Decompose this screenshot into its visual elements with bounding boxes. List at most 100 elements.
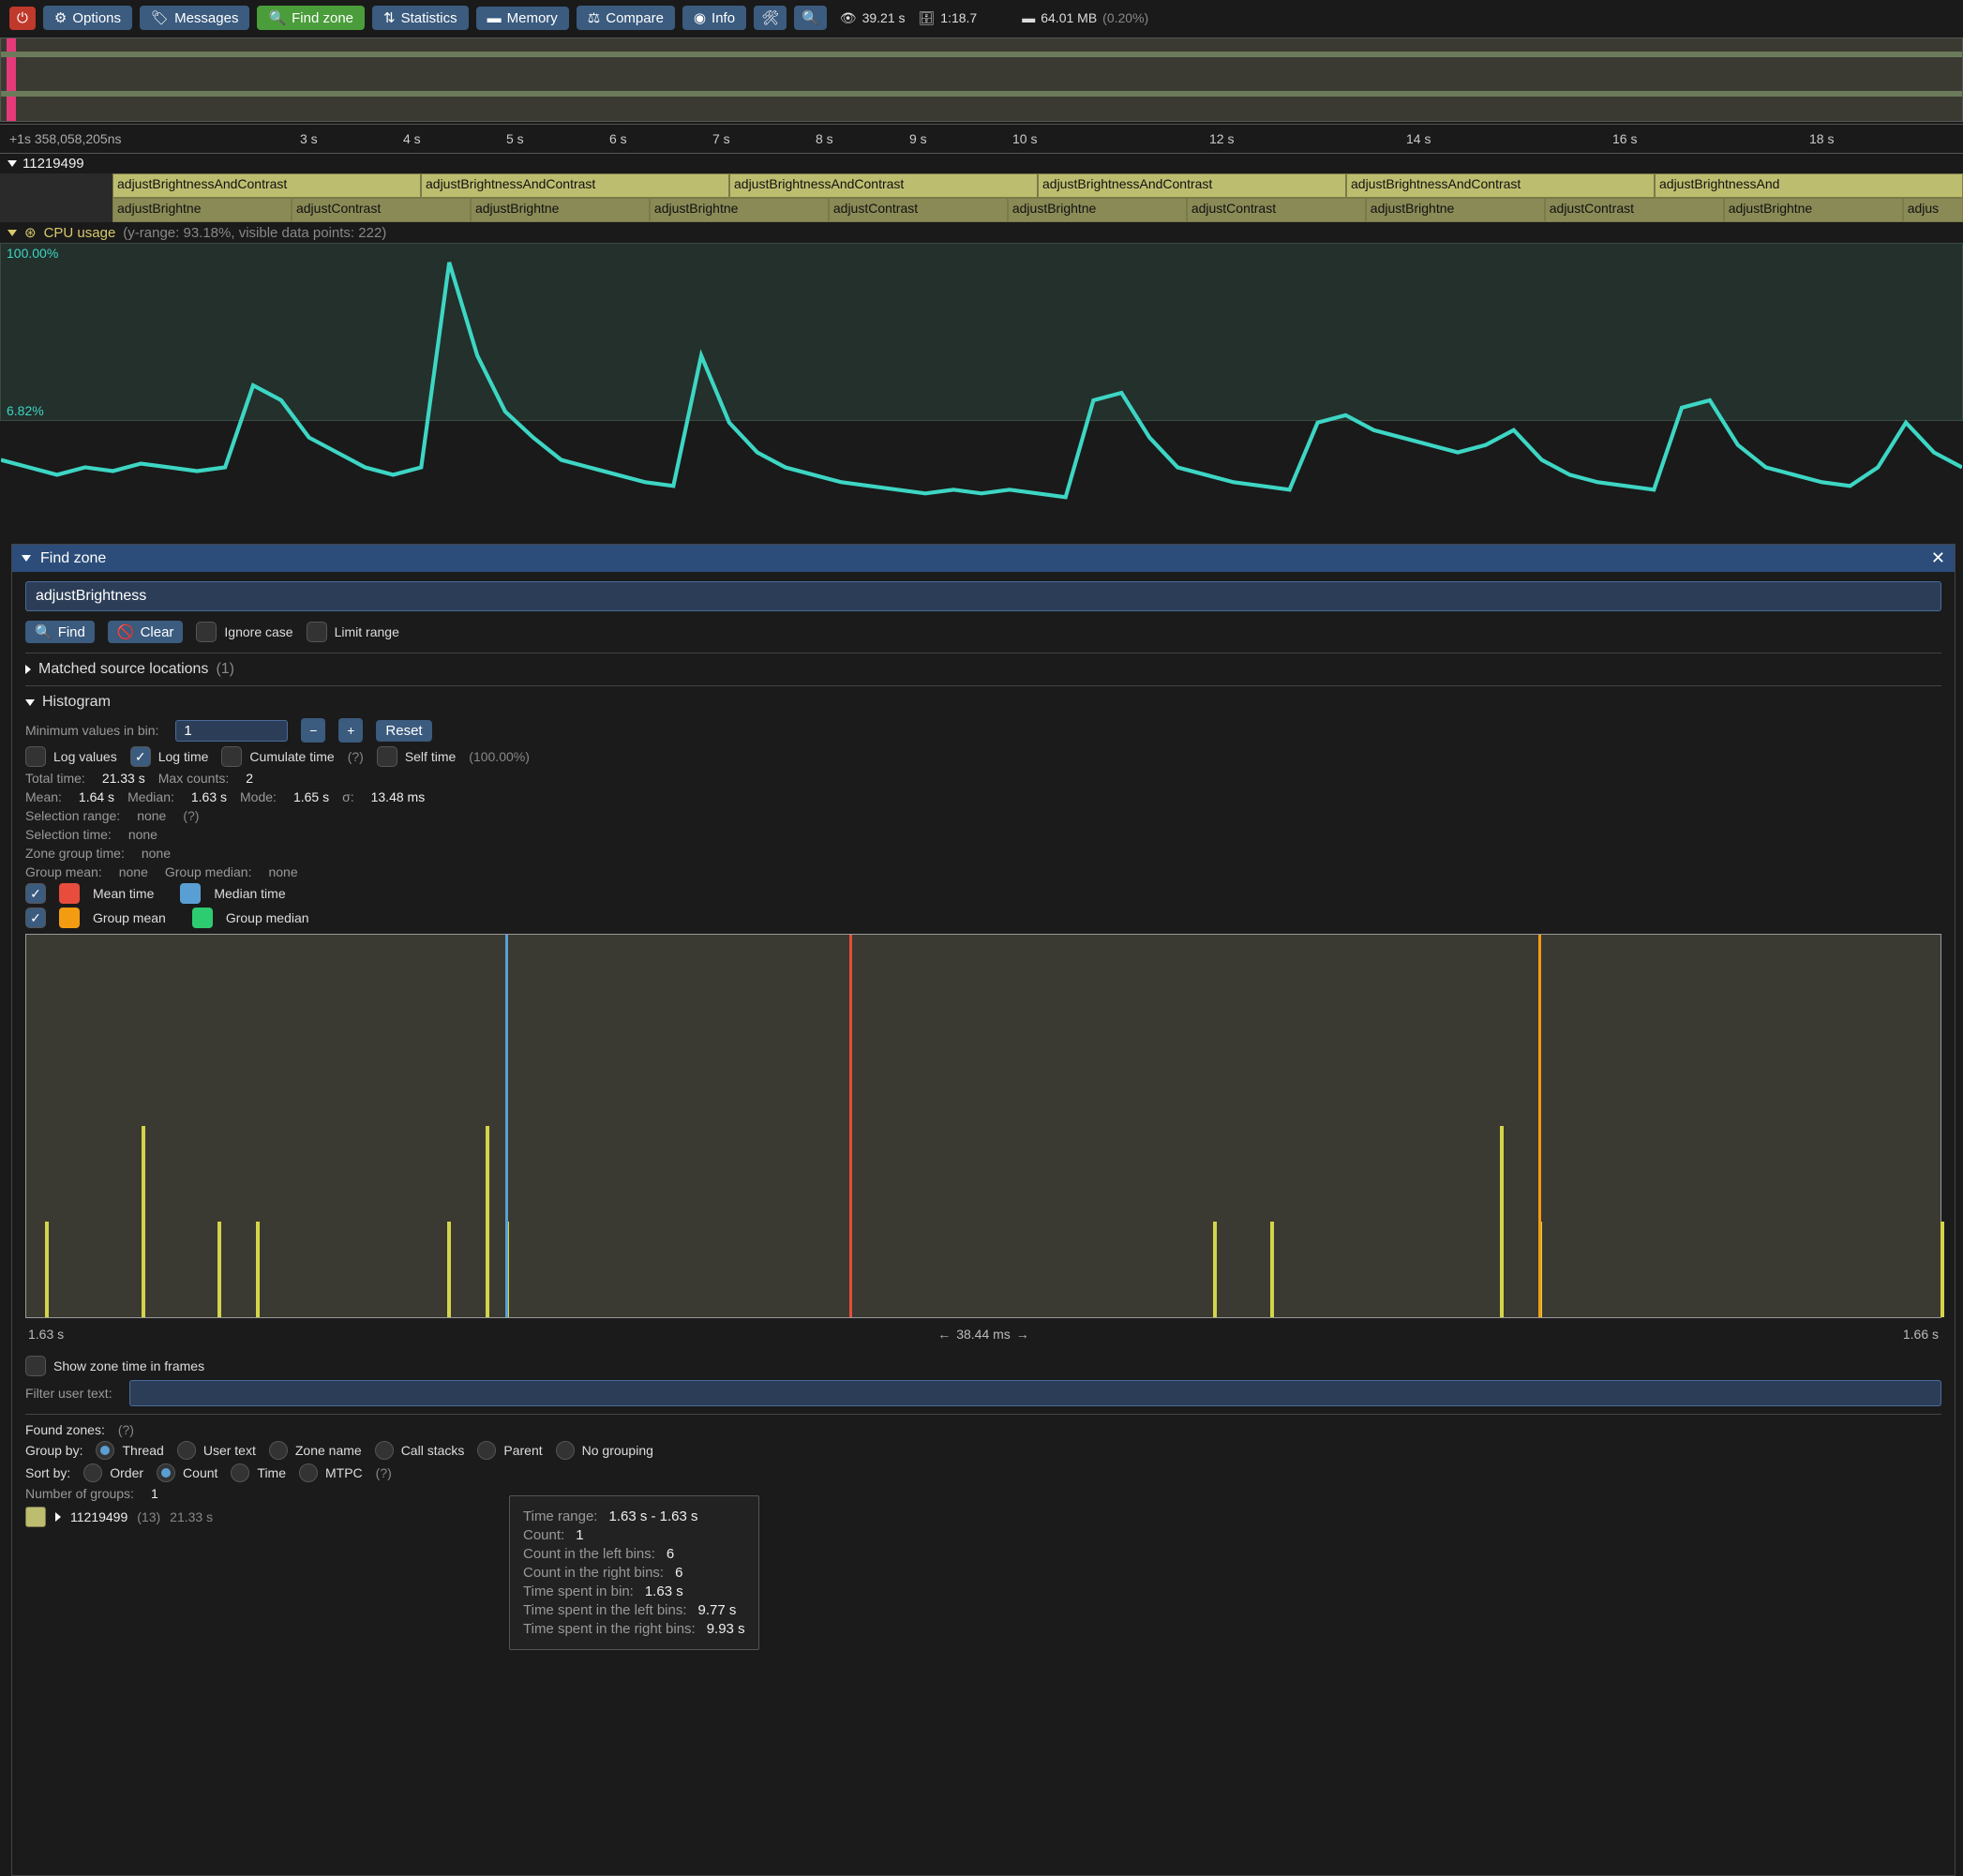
log-time-check[interactable]: Log time [130,746,209,767]
zone[interactable]: adjustBrightne [650,198,829,222]
min-bin-plus[interactable]: + [338,718,363,743]
sb-count-label: Count [183,1465,217,1480]
gb-zone-radio[interactable]: Zone name [269,1441,362,1460]
thread-header[interactable]: 11219499 [0,154,1963,173]
main-toolbar: ⏻ ⚙Options 🏷Messages 🔍Find zone ⇅Statist… [0,0,1963,36]
hist-marker-line [1538,935,1541,1317]
ignore-case-check[interactable]: Ignore case [196,622,292,642]
zone[interactable]: adjustBrightne [1366,198,1545,222]
filter-input[interactable] [129,1380,1941,1406]
scale-icon: ⚖ [588,9,600,26]
sel-range-help: (?) [183,808,199,823]
cpu-label: CPU usage [44,225,116,241]
limit-range-check[interactable]: Limit range [307,622,399,642]
compare-button[interactable]: ⚖Compare [577,6,675,30]
hist-bar [1941,1222,1944,1317]
zone[interactable]: adjustContrast [1545,198,1724,222]
info-label: Info [712,10,735,26]
zone[interactable]: adjustBrightnessAndContrast [1346,173,1655,198]
expand-icon[interactable] [55,1512,61,1522]
gb-parent-radio[interactable]: Parent [477,1441,542,1460]
zone[interactable]: adjustBrightnessAndContrast [421,173,729,198]
self-time-check[interactable]: Self time [377,746,456,767]
zone[interactable]: adjus [1903,198,1963,222]
info-button[interactable]: ◉Info [682,6,746,30]
sb-mtpc-radio[interactable]: MTPC [299,1463,363,1482]
hist-mid-value: 38.44 ms [956,1327,1011,1342]
collapse-icon[interactable] [7,160,17,167]
gb-thread-radio[interactable]: Thread [96,1441,163,1460]
collapse-icon[interactable] [7,230,17,236]
find-button[interactable]: 🔍Find [25,621,95,643]
options-button[interactable]: ⚙Options [43,6,132,30]
cpu-chart[interactable]: 100.00% 6.82% [0,243,1963,421]
reset-button[interactable]: Reset [376,720,431,742]
sb-time-radio[interactable]: Time [231,1463,286,1482]
zone[interactable]: adjustBrightne [1008,198,1187,222]
cumulate-label: Cumulate time [249,749,334,764]
collapse-icon[interactable] [25,699,35,706]
mean-value: 1.64 s [79,789,114,804]
search-input[interactable] [25,581,1941,611]
matched-locations-header[interactable]: Matched source locations (1) [25,661,1941,678]
gb-call-radio[interactable]: Call stacks [375,1441,465,1460]
group-row[interactable]: 11219499 (13) 21.33 s [25,1505,1941,1529]
hist-bar [486,1126,489,1317]
histogram-header[interactable]: Histogram [25,694,1941,711]
zone[interactable]: adjustBrightne [471,198,650,222]
ruler-start: +1s 358,058,205ns [9,131,122,146]
clear-button[interactable]: 🚫Clear [108,621,184,643]
histogram-tooltip: Time range:1.63 s - 1.63 s Count:1 Count… [509,1495,759,1650]
sb-count-radio[interactable]: Count [157,1463,217,1482]
zone[interactable]: adjustBrightnessAnd [1655,173,1963,198]
gb-user-radio[interactable]: User text [177,1441,256,1460]
zone[interactable]: adjustBrightnessAndContrast [112,173,421,198]
group-mean-check[interactable] [25,908,46,928]
hist-bar [45,1222,49,1317]
mem-value: 64.01 MB [1041,10,1097,25]
close-icon[interactable]: ✕ [1931,548,1945,568]
tt-tr-v: 1.63 s - 1.63 s [608,1508,697,1524]
power-button[interactable]: ⏻ [9,7,36,30]
show-frames-label: Show zone time in frames [53,1358,204,1373]
sel-time-label: Selection time: [25,827,112,842]
statistics-label: Statistics [401,10,457,26]
expand-icon[interactable] [25,665,31,674]
gb-none-radio[interactable]: No grouping [556,1441,653,1460]
zone[interactable]: adjustBrightne [1724,198,1903,222]
zone-grp-value: none [142,846,171,861]
cpu-header[interactable]: ⊛ CPU usage (y-range: 93.18%, visible da… [0,222,1963,243]
statistics-button[interactable]: ⇅Statistics [372,6,469,30]
sb-order-radio[interactable]: Order [83,1463,143,1482]
log-values-check[interactable]: Log values [25,746,117,767]
memory-button[interactable]: ▬Memory [476,7,569,30]
cumulate-check[interactable]: Cumulate time [221,746,334,767]
zone[interactable]: adjustContrast [292,198,471,222]
histogram-label: Histogram [42,694,111,711]
eye-icon: 👁 [840,10,857,26]
zone[interactable]: adjustContrast [1187,198,1366,222]
collapse-icon[interactable] [22,555,31,562]
zone-gap [0,198,112,222]
zone[interactable]: adjustBrightnessAndContrast [729,173,1038,198]
zone[interactable]: adjustBrightne [112,198,292,222]
zone[interactable]: adjustBrightnessAndContrast [1038,173,1346,198]
median-value: 1.63 s [191,789,227,804]
min-bin-input[interactable]: 1 [175,720,288,742]
mean-swatch [59,883,80,904]
find-zone-button[interactable]: 🔍Find zone [257,6,365,30]
mean-time-check[interactable] [25,883,46,904]
zoom-button[interactable]: 🔍 [794,6,827,30]
zone[interactable]: adjustContrast [829,198,1008,222]
tools-button[interactable]: 🛠 [754,6,787,30]
total-time-label: Total time: [25,771,85,786]
hist-marker-line [849,935,852,1317]
histogram-chart[interactable]: 1.63 s 1.66 s ← 38.44 ms → [25,934,1941,1318]
time-ruler[interactable]: +1s 358,058,205ns 3 s 4 s 5 s 6 s 7 s 8 … [0,125,1963,153]
find-zone-titlebar[interactable]: Find zone ✕ [12,545,1955,572]
messages-button[interactable]: 🏷Messages [140,6,249,30]
min-bin-minus[interactable]: − [301,718,325,743]
timeline-overview[interactable] [0,38,1963,122]
show-frames-check[interactable]: Show zone time in frames [25,1356,204,1376]
zone-tracks[interactable]: adjustBrightnessAndContrast adjustBright… [0,173,1963,222]
